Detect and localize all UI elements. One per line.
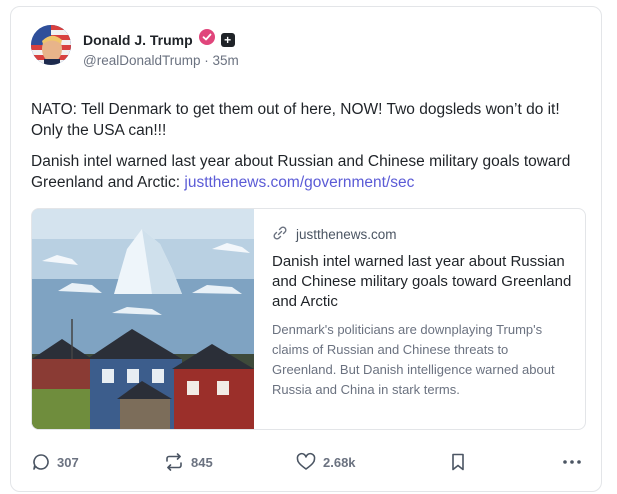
reply-count: 307 (57, 454, 79, 470)
link-preview-description: Denmark's politicians are downplaying Tr… (272, 322, 555, 397)
verified-badge-icon (198, 29, 215, 50)
comment-icon (31, 452, 51, 472)
post-body: NATO: Tell Denmark to get them out of he… (31, 99, 591, 203)
plus-badge-icon: + (220, 32, 235, 47)
link-preview-image[interactable] (32, 209, 254, 429)
more-button[interactable] (561, 452, 583, 472)
author-name[interactable]: Donald J. Trump (83, 32, 193, 48)
post-actions: 307 845 2.68k (31, 452, 583, 476)
repost-icon (163, 452, 185, 472)
more-icon (561, 452, 583, 472)
author-handle[interactable]: @realDonaldTrump (83, 53, 201, 68)
link-preview-card[interactable]: justthenews.com Danish intel warned last… (31, 208, 586, 430)
like-count: 2.68k (323, 454, 356, 470)
heart-icon (295, 452, 317, 472)
link-preview-domain: justthenews.com (296, 227, 397, 242)
repost-count: 845 (191, 454, 213, 470)
link-preview-body: justthenews.com Danish intel warned last… (272, 225, 572, 400)
link-icon (272, 225, 288, 244)
post-paragraph-1: NATO: Tell Denmark to get them out of he… (31, 101, 560, 139)
post-paragraph-2: Danish intel warned last year about Russ… (31, 151, 591, 193)
post-card[interactable]: Donald J. Trump + @realDonaldTrump · 35m… (10, 6, 602, 492)
bookmark-button[interactable] (449, 452, 467, 472)
avatar[interactable] (31, 25, 71, 65)
link-preview-title: Danish intel warned last year about Russ… (272, 253, 572, 310)
post-timestamp[interactable]: 35m (213, 53, 239, 68)
reply-button[interactable]: 307 (31, 452, 79, 472)
bookmark-icon (449, 452, 467, 472)
meta-separator: · (204, 53, 209, 68)
author-meta: @realDonaldTrump · 35m (83, 53, 239, 68)
repost-button[interactable]: 845 (163, 452, 213, 472)
like-button[interactable]: 2.68k (295, 452, 356, 472)
post-link[interactable]: justthenews.com/government/sec (184, 174, 414, 191)
